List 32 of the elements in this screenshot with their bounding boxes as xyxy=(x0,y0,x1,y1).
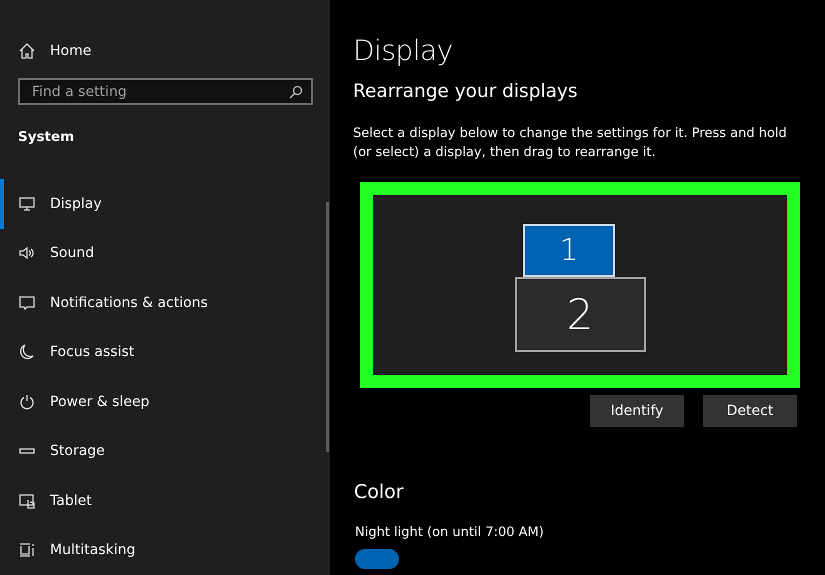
section-heading: Rearrange your displays xyxy=(353,81,579,102)
nav-item[interactable]: Storage xyxy=(0,426,300,476)
nav-item[interactable]: Notifications & actions xyxy=(0,278,300,328)
section-heading: Color xyxy=(354,481,405,503)
message-icon xyxy=(18,294,36,312)
home-icon xyxy=(18,42,36,60)
display-tile[interactable]: 2 xyxy=(514,277,646,352)
moon-icon xyxy=(18,343,36,362)
home-link[interactable]: Home xyxy=(50,43,92,59)
description-text: Select a display below to change the settings for it. Press and hold (or select) a display, then drag to rearrange it. xyxy=(353,125,788,162)
power-icon xyxy=(18,392,36,411)
tablet-icon xyxy=(18,492,36,510)
storage-icon xyxy=(18,448,36,454)
search-bar[interactable]: Find a setting xyxy=(18,78,313,105)
search-icon xyxy=(289,84,303,98)
display-tile[interactable]: 1 xyxy=(523,224,615,277)
multitask-icon xyxy=(18,541,36,560)
page-title: Display xyxy=(353,34,454,67)
detect-button[interactable]: Detect xyxy=(703,395,797,427)
nav-item[interactable]: Tablet xyxy=(0,476,300,526)
nav-item[interactable]: Focus assist xyxy=(0,328,300,377)
section-heading: System xyxy=(18,129,76,145)
nav-item[interactable]: Sound xyxy=(0,228,300,278)
nav-item[interactable]: Multitasking xyxy=(0,526,300,575)
nav-item[interactable]: Display xyxy=(0,179,300,228)
setting-label: Night light (on until 7:00 AM) xyxy=(355,525,545,540)
nav-item[interactable]: Power & sleep xyxy=(0,377,300,426)
toggle-switch[interactable] xyxy=(355,549,399,569)
scrollbar[interactable] xyxy=(326,202,329,452)
identify-button[interactable]: Identify xyxy=(590,395,684,427)
monitor-icon xyxy=(18,194,36,213)
search-field[interactable]: Find a setting xyxy=(30,82,289,100)
